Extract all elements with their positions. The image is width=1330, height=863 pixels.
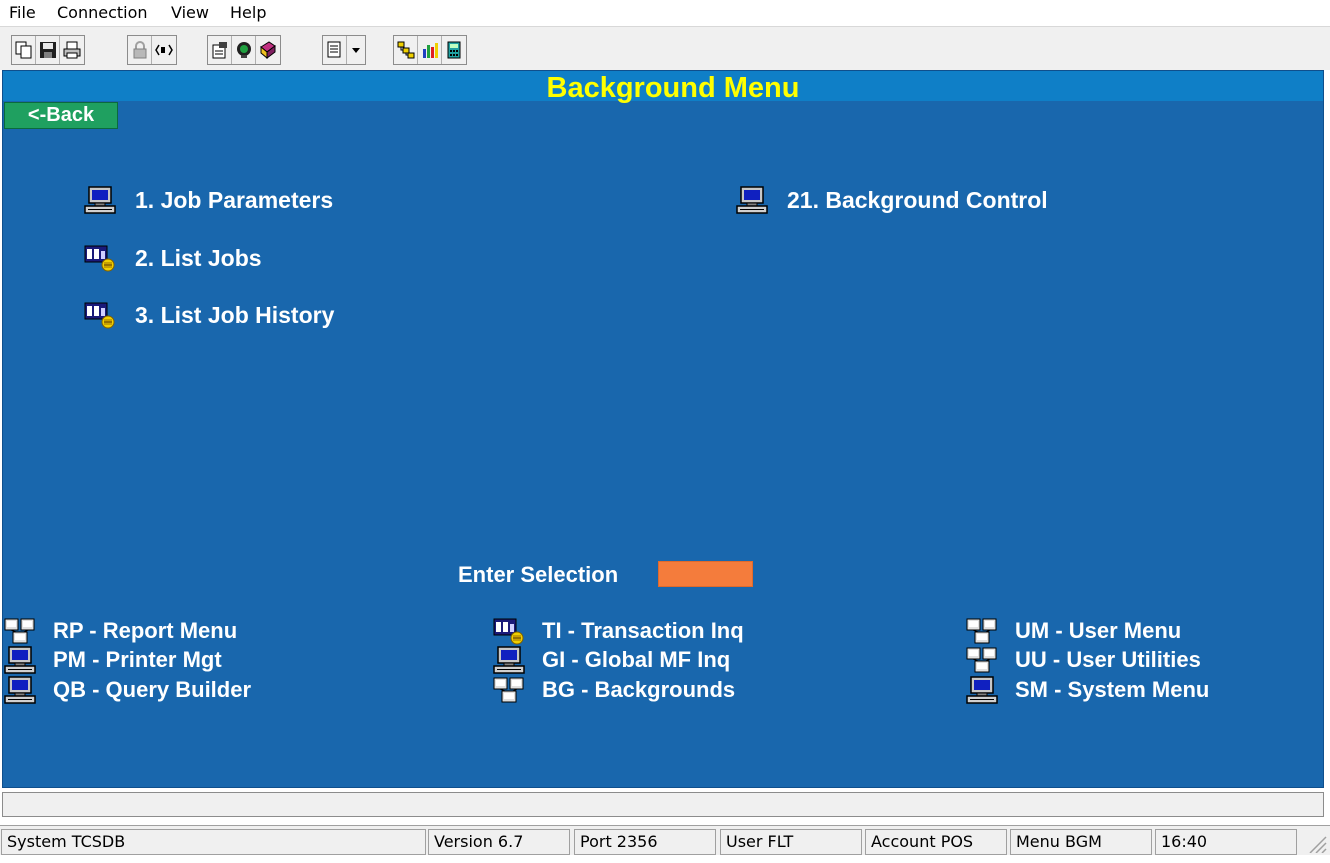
shortcut-label: TI - Transaction Inq	[542, 618, 744, 643]
menu-bar: File Connection View Help	[0, 0, 1330, 26]
menu-connection[interactable]: Connection	[57, 3, 148, 22]
page-title: Background Menu	[546, 72, 800, 104]
shortcut-label: BG - Backgrounds	[542, 677, 736, 702]
shortcut-user-menu[interactable]: UM - User Menu	[965, 617, 1181, 645]
book-icon[interactable]	[256, 36, 280, 64]
computer-icon	[965, 676, 999, 704]
shortcut-label: SM - System Menu	[1015, 677, 1210, 702]
computer-icon	[3, 676, 37, 704]
back-button[interactable]: <-Back	[4, 102, 118, 129]
jobs-icon	[83, 244, 117, 272]
computer-icon	[735, 186, 769, 214]
hierarchy-icon[interactable]	[394, 36, 418, 64]
title-bar: Background Menu	[3, 71, 1323, 104]
shortcut-backgrounds[interactable]: BG - Backgrounds	[492, 676, 735, 704]
menu-option-job-parameters[interactable]: 1. Job Parameters	[83, 186, 333, 214]
toolbar	[0, 26, 1330, 70]
shortcut-label: UM - User Menu	[1015, 618, 1182, 643]
shortcut-label: GI - Global MF Inq	[542, 647, 731, 672]
toolbar-group-connection	[127, 35, 177, 65]
status-version: Version 6.7	[428, 829, 570, 855]
calculator-icon[interactable]	[442, 36, 466, 64]
jobs-icon	[83, 301, 117, 329]
status-menu: Menu BGM	[1010, 829, 1152, 855]
menu-option-label: 2. List Jobs	[135, 244, 262, 271]
status-account: Account POS	[865, 829, 1007, 855]
dropdown-arrow-icon[interactable]	[347, 36, 365, 64]
network-icon	[492, 676, 526, 704]
menu-view[interactable]: View	[171, 3, 209, 22]
monitor-icon[interactable]	[232, 36, 256, 64]
menu-option-label: 21. Background Control	[787, 186, 1048, 213]
lock-icon[interactable]	[128, 36, 152, 64]
menu-option-list-job-history[interactable]: 3. List Job History	[83, 301, 334, 329]
network-icon	[965, 646, 999, 674]
status-time: 16:40	[1155, 829, 1297, 855]
menu-option-list-jobs[interactable]: 2. List Jobs	[83, 244, 262, 272]
jobs-icon	[492, 617, 526, 645]
resize-grip-icon[interactable]	[1302, 831, 1328, 853]
status-port: Port 2356	[574, 829, 716, 855]
shortcut-label: QB - Query Builder	[53, 677, 252, 702]
shortcut-label: UU - User Utilities	[1015, 647, 1201, 672]
shortcut-system-menu[interactable]: SM - System Menu	[965, 676, 1209, 704]
print-icon[interactable]	[60, 36, 84, 64]
shortcut-global-mf-inq[interactable]: GI - Global MF Inq	[492, 646, 730, 674]
toolbar-group-tools	[207, 35, 281, 65]
status-system: System TCSDB	[1, 829, 426, 855]
menu-screen: Background Menu <-Back 1. Job Parameters…	[2, 70, 1324, 788]
properties-icon[interactable]	[208, 36, 232, 64]
menu-option-background-control[interactable]: 21. Background Control	[735, 186, 1048, 214]
toolbar-group-reports	[393, 35, 467, 65]
save-icon[interactable]	[36, 36, 60, 64]
computer-icon	[83, 186, 117, 214]
menu-option-label: 1. Job Parameters	[135, 186, 334, 213]
document-icon[interactable]	[323, 36, 347, 64]
menu-file[interactable]: File	[9, 3, 36, 22]
computer-icon	[3, 646, 37, 674]
shortcut-query-builder[interactable]: QB - Query Builder	[3, 676, 251, 704]
shortcut-user-utilities[interactable]: UU - User Utilities	[965, 646, 1201, 674]
menu-help[interactable]: Help	[230, 3, 266, 22]
shortcut-label: RP - Report Menu	[53, 618, 238, 643]
shortcut-label: PM - Printer Mgt	[53, 647, 222, 672]
speaker-icon[interactable]	[152, 36, 176, 64]
network-icon	[3, 617, 37, 645]
toolbar-group-document	[322, 35, 366, 65]
network-icon	[965, 617, 999, 645]
toolbar-group-file	[11, 35, 85, 65]
enter-selection-label: Enter Selection	[458, 562, 619, 587]
shortcut-transaction-inq[interactable]: TI - Transaction Inq	[492, 617, 744, 645]
computer-icon	[492, 646, 526, 674]
status-user: User FLT	[720, 829, 862, 855]
status-bar: System TCSDB Version 6.7 Port 2356 User …	[0, 825, 1330, 855]
shortcut-printer-mgt[interactable]: PM - Printer Mgt	[3, 646, 222, 674]
copy-icon[interactable]	[12, 36, 36, 64]
shortcut-report-menu[interactable]: RP - Report Menu	[3, 617, 237, 645]
background-window-edge	[0, 855, 1330, 863]
menu-option-label: 3. List Job History	[135, 301, 335, 328]
bar-chart-icon[interactable]	[418, 36, 442, 64]
message-bar	[2, 792, 1324, 817]
selection-input[interactable]	[658, 561, 753, 587]
